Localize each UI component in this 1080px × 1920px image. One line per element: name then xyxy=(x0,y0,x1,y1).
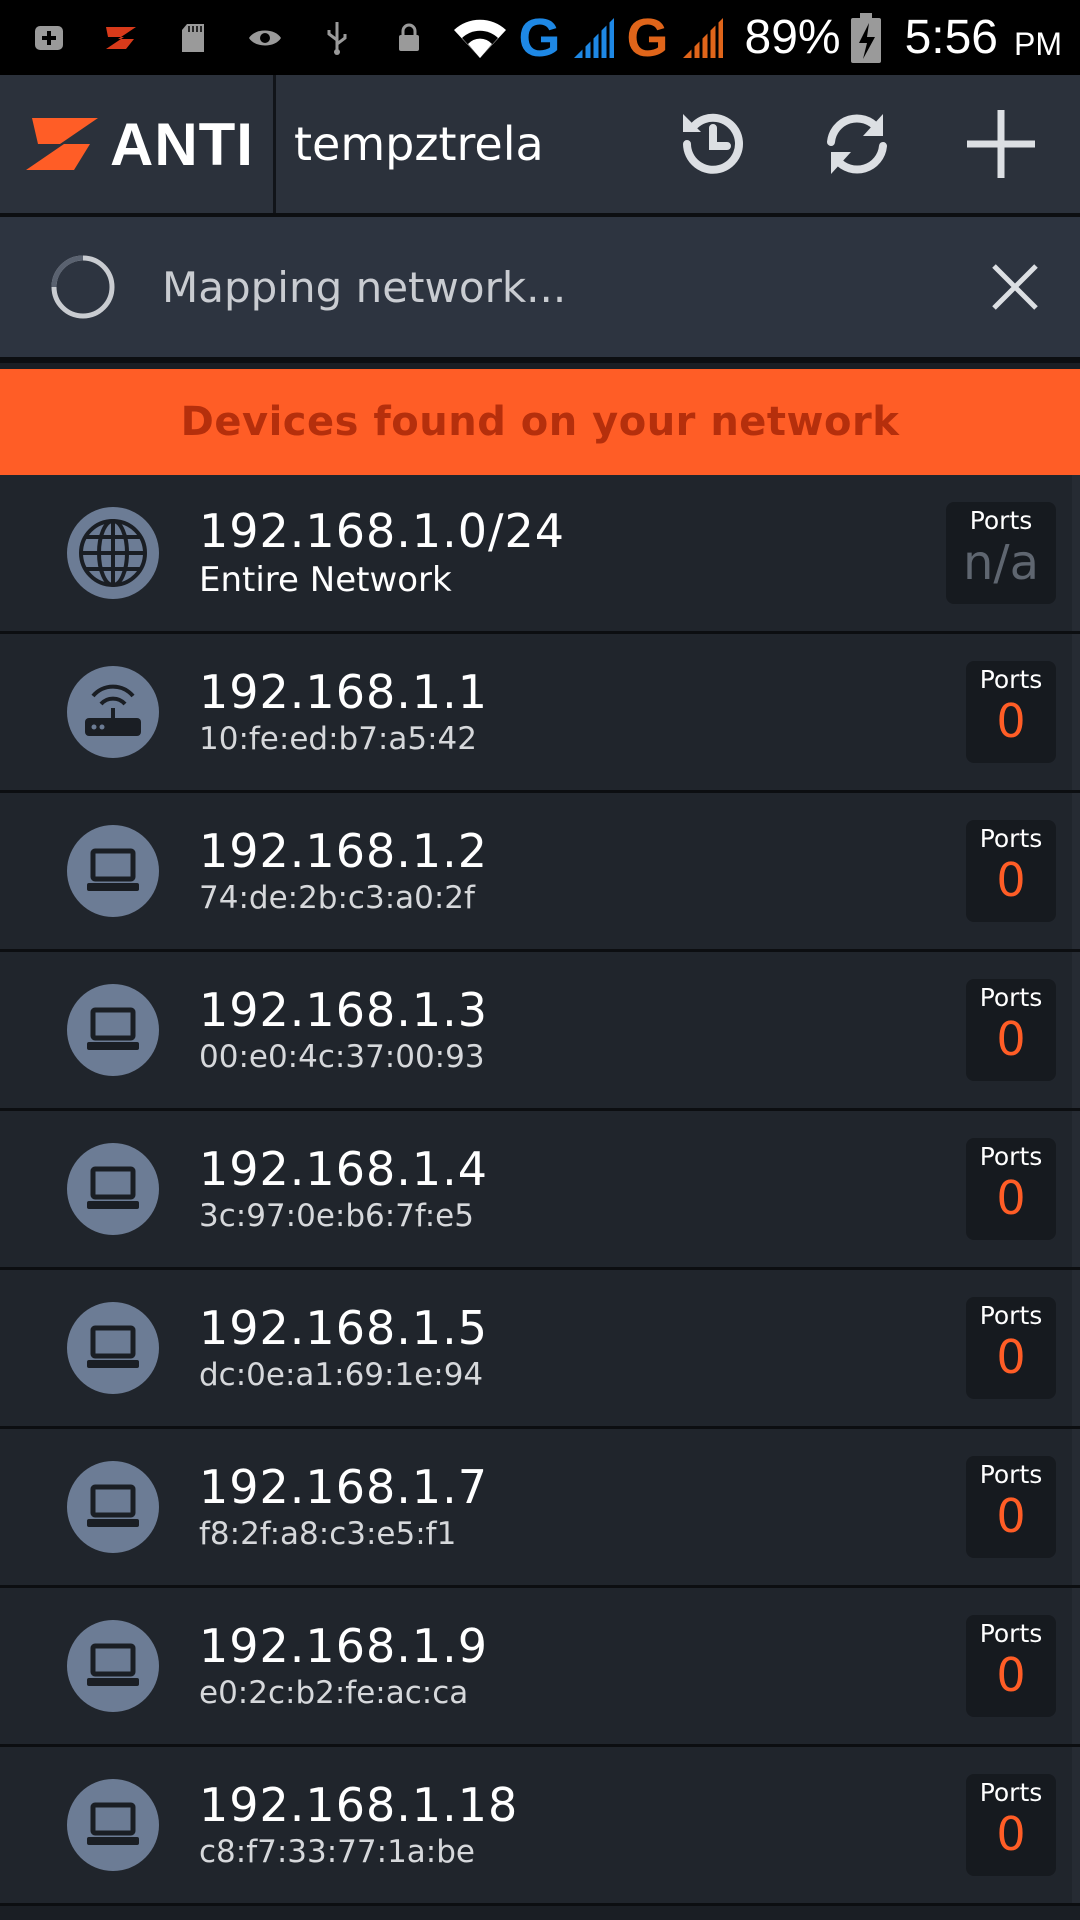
device-mac: 00:e0:4c:37:00:93 xyxy=(199,1039,485,1076)
device-row[interactable]: 192.168.1.18 c8:f7:33:77:1a:be Ports 0 xyxy=(0,1747,1080,1906)
device-mac: c8:f7:33:77:1a:be xyxy=(199,1834,475,1871)
cancel-scan-button[interactable] xyxy=(980,252,1050,322)
laptop-icon xyxy=(67,1143,159,1235)
ports-label: Ports xyxy=(979,665,1043,694)
scan-status-text: Mapping network... xyxy=(162,262,567,312)
anti-logo-icon xyxy=(24,114,100,174)
ports-label: Ports xyxy=(979,983,1043,1012)
network-type-label-1: G xyxy=(518,7,561,68)
device-row[interactable]: 192.168.1.5 dc:0e:a1:69:1e:94 Ports 0 xyxy=(0,1270,1080,1429)
ports-badge: Ports 0 xyxy=(966,1138,1056,1240)
laptop-icon xyxy=(67,1779,159,1871)
device-mac: dc:0e:a1:69:1e:94 xyxy=(199,1357,484,1394)
device-mac: 3c:97:0e:b6:7f:e5 xyxy=(199,1198,474,1235)
device-row[interactable]: 192.168.1.2 74:de:2b:c3:a0:2f Ports 0 xyxy=(0,793,1080,952)
ports-label: Ports xyxy=(979,1142,1043,1171)
ports-label: Ports xyxy=(979,1619,1043,1648)
device-ip: 192.168.1.2 xyxy=(199,823,488,878)
device-list: 192.168.1.0/24 Entire Network Ports n/a … xyxy=(0,475,1080,1906)
ports-label: Ports xyxy=(979,1301,1043,1330)
device-ip: 192.168.1.18 xyxy=(199,1777,519,1832)
laptop-icon xyxy=(67,1620,159,1712)
ports-badge: Ports 0 xyxy=(966,1615,1056,1717)
device-mac: f8:2f:a8:c3:e5:f1 xyxy=(199,1516,457,1553)
ports-badge: Ports 0 xyxy=(966,1774,1056,1876)
brand-name: ANTI xyxy=(110,110,254,178)
device-ip: 192.168.1.5 xyxy=(199,1300,488,1355)
ports-value: 0 xyxy=(996,1012,1026,1066)
device-row[interactable]: 192.168.1.0/24 Entire Network Ports n/a xyxy=(0,475,1080,634)
laptop-icon xyxy=(67,984,159,1076)
device-row[interactable]: 192.168.1.4 3c:97:0e:b6:7f:e5 Ports 0 xyxy=(0,1111,1080,1270)
ports-badge: Ports n/a xyxy=(946,502,1056,604)
ports-value: 0 xyxy=(996,1171,1026,1225)
app-bar: ANTI tempztrela xyxy=(0,75,1080,217)
ports-value: 0 xyxy=(996,853,1026,907)
signal-strength-icon-2 xyxy=(679,16,725,60)
battery-charging-icon xyxy=(850,12,881,63)
router-icon xyxy=(67,666,159,758)
close-icon xyxy=(992,264,1038,310)
ports-badge: Ports 0 xyxy=(966,979,1056,1081)
device-ip: 192.168.1.4 xyxy=(199,1141,488,1196)
clock-ampm: PM xyxy=(1014,26,1062,62)
section-title: Devices found on your network xyxy=(180,399,900,445)
loading-spinner-icon xyxy=(51,255,115,319)
ports-badge: Ports 0 xyxy=(966,661,1056,763)
history-button[interactable] xyxy=(668,99,758,189)
ports-label: Ports xyxy=(979,1460,1043,1489)
clock-time: 5:56 xyxy=(904,11,998,64)
ports-value: 0 xyxy=(996,1330,1026,1384)
history-icon xyxy=(683,113,743,174)
device-ip: 192.168.1.1 xyxy=(199,664,488,719)
anti-app-notification-icon xyxy=(102,19,140,57)
section-header: Devices found on your network xyxy=(0,369,1080,475)
ports-value: 0 xyxy=(996,1807,1026,1861)
ports-badge: Ports 0 xyxy=(966,820,1056,922)
device-ip: 192.168.1.0/24 xyxy=(199,503,566,558)
notification-plus-icon xyxy=(30,19,68,57)
device-subtitle: Entire Network xyxy=(199,560,452,601)
device-ip: 192.168.1.3 xyxy=(199,982,488,1037)
lock-icon xyxy=(390,19,428,57)
network-type-label-2: G xyxy=(626,7,669,68)
device-row[interactable]: 192.168.1.7 f8:2f:a8:c3:e5:f1 Ports 0 xyxy=(0,1429,1080,1588)
add-button[interactable] xyxy=(956,99,1046,189)
add-icon xyxy=(967,110,1035,178)
sd-card-icon xyxy=(174,19,212,57)
battery-percent: 89% xyxy=(744,11,841,64)
status-bar: G G 89% 5:56 PM xyxy=(0,0,1080,75)
ports-badge: Ports 0 xyxy=(966,1297,1056,1399)
ports-label: Ports xyxy=(979,824,1043,853)
ports-label: Ports xyxy=(969,506,1033,535)
laptop-icon xyxy=(67,825,159,917)
brand-logo-button[interactable]: ANTI xyxy=(0,75,276,213)
refresh-icon xyxy=(827,114,887,174)
device-row[interactable]: 192.168.1.9 e0:2c:b2:fe:ac:ca Ports 0 xyxy=(0,1588,1080,1747)
device-mac: 74:de:2b:c3:a0:2f xyxy=(199,880,475,917)
refresh-button[interactable] xyxy=(812,99,902,189)
ports-value: 0 xyxy=(996,1648,1026,1702)
eye-icon xyxy=(246,19,284,57)
ports-value: 0 xyxy=(996,694,1026,748)
device-mac: 10:fe:ed:b7:a5:42 xyxy=(199,721,477,758)
signal-strength-icon-1 xyxy=(570,16,616,60)
ports-value: n/a xyxy=(962,535,1039,591)
laptop-icon xyxy=(67,1461,159,1553)
device-ip: 192.168.1.9 xyxy=(199,1618,488,1673)
ports-badge: Ports 0 xyxy=(966,1456,1056,1558)
device-mac: e0:2c:b2:fe:ac:ca xyxy=(199,1675,469,1712)
device-row[interactable]: 192.168.1.3 00:e0:4c:37:00:93 Ports 0 xyxy=(0,952,1080,1111)
network-name-title: tempztrela xyxy=(294,117,544,171)
device-ip: 192.168.1.7 xyxy=(199,1459,488,1514)
device-row[interactable]: 192.168.1.1 10:fe:ed:b7:a5:42 Ports 0 xyxy=(0,634,1080,793)
globe-icon xyxy=(67,507,159,599)
usb-icon xyxy=(318,19,356,57)
laptop-icon xyxy=(67,1302,159,1394)
ports-value: 0 xyxy=(996,1489,1026,1543)
ports-label: Ports xyxy=(979,1778,1043,1807)
wifi-icon xyxy=(452,16,508,60)
scan-progress-bar: Mapping network... xyxy=(0,217,1080,363)
